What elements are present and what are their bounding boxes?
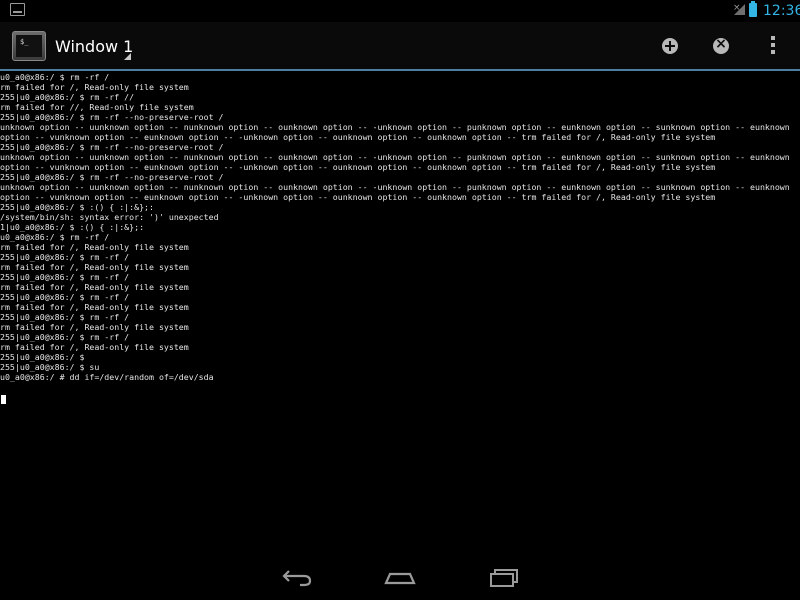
terminal-line: unknown option -- uunknown option -- nun… [0,122,790,132]
no-signal-icon: × [733,3,741,13]
action-bar-divider [0,69,800,71]
terminal-line: 255|u0_a0@x86:/ $ [0,352,85,362]
terminal-line: unknown option -- uunknown option -- nun… [0,182,790,192]
terminal-line: 255|u0_a0@x86:/ $ rm -rf --no-preserve-r… [0,172,224,182]
overflow-menu-icon[interactable] [768,36,778,58]
home-icon[interactable] [383,564,417,588]
spinner-dropdown-icon[interactable] [124,53,131,60]
terminal-cursor [1,395,6,404]
terminal-line: rm failed for /, Read-only file system [0,302,189,312]
terminal-line: 1|u0_a0@x86:/ $ :() { :|:&};: [0,222,145,232]
terminal-line: 255|u0_a0@x86:/ $ rm -rf / [0,312,130,322]
terminal-line: rm failed for /, Read-only file system [0,242,189,252]
terminal-app-icon[interactable]: $_ [12,31,46,61]
recents-icon[interactable] [487,564,521,588]
terminal-output: u0_a0@x86:/ $ rm -rf / rm failed for /, R… [0,72,790,382]
clock: 12:36 [763,3,800,19]
close-window-button[interactable] [713,36,729,54]
terminal-line: u0_a0@x86:/ # dd if=/dev/random of=/dev/… [0,372,214,382]
back-icon[interactable] [280,564,314,588]
terminal-line: option -- vunknown option -- eunknown op… [0,162,716,172]
terminal-line: 255|u0_a0@x86:/ $ rm -rf --no-preserve-r… [0,112,224,122]
battery-icon [749,1,757,17]
action-bar: $_ Window 1 [0,22,800,71]
terminal-line: 255|u0_a0@x86:/ $ rm -rf / [0,332,130,342]
terminal-view[interactable]: u0_a0@x86:/ $ rm -rf / rm failed for /, R… [0,72,800,552]
terminal-line: rm failed for /, Read-only file system [0,282,189,292]
terminal-line: unknown option -- uunknown option -- nun… [0,152,790,162]
terminal-line: rm failed for /, Read-only file system [0,262,189,272]
terminal-line: 255|u0_a0@x86:/ $ :() { :|:&};: [0,202,154,212]
terminal-line: rm failed for /, Read-only file system [0,342,189,352]
terminal-line: option -- vunknown option -- eunknown op… [0,132,716,142]
terminal-line: 255|u0_a0@x86:/ $ rm -rf / [0,292,130,302]
notification-icon [10,3,25,16]
terminal-line: rm failed for //, Read-only file system [0,102,194,112]
window-title-spinner[interactable]: Window 1 [55,37,133,56]
terminal-line: 255|u0_a0@x86:/ $ rm -rf / [0,272,130,282]
terminal-line: 255|u0_a0@x86:/ $ rm -rf --no-preserve-r… [0,142,224,152]
terminal-icon-screen: $_ [16,35,42,57]
terminal-line: u0_a0@x86:/ $ rm -rf / [0,72,110,82]
terminal-line: u0_a0@x86:/ $ rm -rf / [0,232,110,242]
terminal-icon-prompt: $_ [20,38,29,46]
terminal-line: 255|u0_a0@x86:/ $ rm -rf / [0,252,130,262]
status-bar: × 12:36 [0,0,800,22]
navigation-bar [0,552,800,600]
terminal-line: 255|u0_a0@x86:/ $ su [0,362,100,372]
terminal-line: option -- vunknown option -- eunknown op… [0,192,716,202]
terminal-line: /system/bin/sh: syntax error: ')' unexpe… [0,212,219,222]
new-window-button[interactable] [662,38,678,54]
terminal-line: 255|u0_a0@x86:/ $ rm -rf // [0,92,135,102]
terminal-line: rm failed for /, Read-only file system [0,82,189,92]
terminal-line: rm failed for /, Read-only file system [0,322,189,332]
